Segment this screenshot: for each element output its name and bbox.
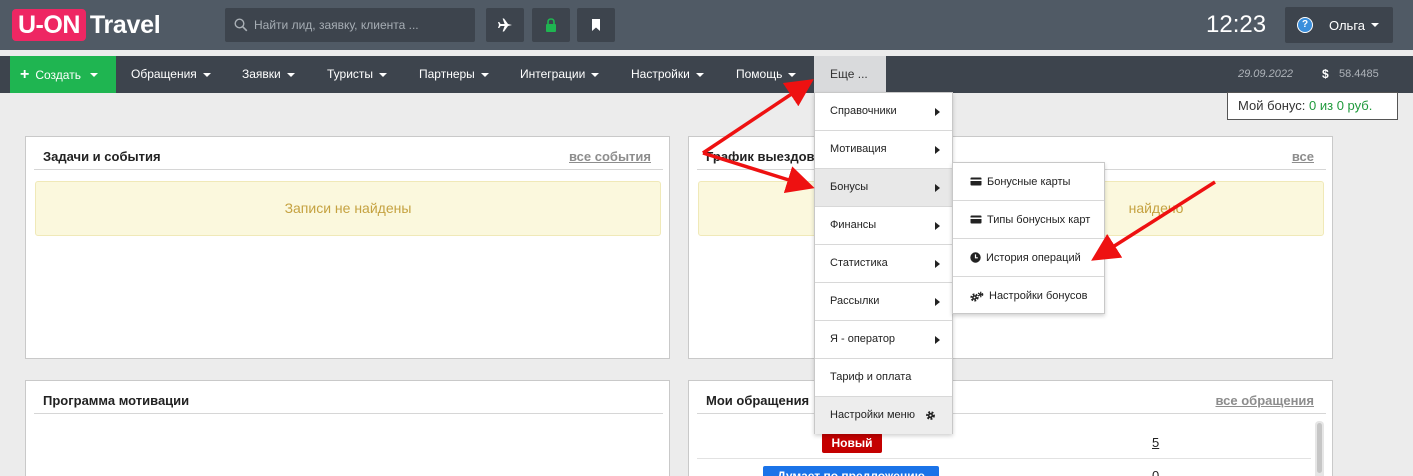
chevron-down-icon <box>695 72 704 77</box>
chevron-down-icon <box>480 72 489 77</box>
credit-card-icon <box>970 215 982 224</box>
menu-item-statistics[interactable]: Статистика <box>815 245 952 283</box>
user-name: Ольга <box>1329 17 1366 33</box>
bonus-submenu: Бонусные карты Типы бонусных карт Истори… <box>952 162 1105 314</box>
chevron-right-icon <box>935 298 940 306</box>
nav-requests[interactable]: Обращения <box>131 56 211 93</box>
panel-title: График выездов <box>706 149 815 164</box>
search-icon <box>234 18 248 32</box>
submenu-operations-history[interactable]: История операций <box>953 239 1104 277</box>
menu-settings[interactable]: Настройки меню <box>815 397 952 434</box>
logo-text: Travel <box>89 10 161 39</box>
panel-title: Мои обращения <box>706 393 810 408</box>
request-count[interactable]: 5 <box>1152 435 1159 450</box>
bonus-value: 0 из 0 руб. <box>1309 98 1373 113</box>
tasks-panel: Задачи и события все события Записи не н… <box>25 136 670 359</box>
top-bar: U-ON Travel 12:23 ? Ольга <box>0 0 1413 50</box>
table-row[interactable]: Думает по предложению 0 <box>697 460 1311 476</box>
panel-title: Программа мотивации <box>43 393 190 408</box>
chevron-down-icon <box>788 72 797 77</box>
divider <box>34 169 663 170</box>
chevron-right-icon <box>935 336 940 344</box>
chevron-down-icon <box>202 72 211 77</box>
nav-help[interactable]: Помощь <box>736 56 797 93</box>
nav-more[interactable]: Еще ... <box>814 56 886 93</box>
chevron-down-icon <box>1371 23 1380 27</box>
plus-icon: + <box>20 65 30 83</box>
credit-card-icon <box>970 177 982 186</box>
nav-tourists[interactable]: Туристы <box>327 56 388 93</box>
lock-icon <box>546 18 556 32</box>
menu-item-bonuses[interactable]: Бонусы <box>815 169 952 207</box>
gear-icon <box>926 411 935 420</box>
chevron-right-icon <box>935 184 940 192</box>
submenu-bonus-settings[interactable]: Настройки бонусов <box>953 277 1104 315</box>
motivation-panel: Программа мотивации <box>25 380 670 476</box>
all-requests-link[interactable]: все обращения <box>1215 393 1314 408</box>
nav-orders[interactable]: Заявки <box>242 56 295 93</box>
request-count[interactable]: 0 <box>1152 468 1159 476</box>
currency-symbol: $ <box>1322 67 1329 81</box>
more-menu: Справочники Мотивация Бонусы Финансы Ста… <box>814 92 953 434</box>
flights-button[interactable] <box>486 8 524 42</box>
requests-panel: Мои обращения все обращения Новый 5 Дума… <box>688 380 1333 476</box>
wallet-button[interactable] <box>532 8 570 42</box>
exchange-rate: 58.4485 <box>1339 68 1379 80</box>
current-date: 29.09.2022 <box>1238 68 1294 80</box>
chevron-right-icon <box>935 146 940 154</box>
chevron-right-icon <box>935 108 940 116</box>
nav-partners[interactable]: Партнеры <box>419 56 489 93</box>
empty-message: Записи не найдены <box>35 181 661 236</box>
bookmark-icon <box>592 19 600 31</box>
nav-settings[interactable]: Настройки <box>631 56 704 93</box>
search-input[interactable] <box>254 18 464 32</box>
chevron-down-icon <box>379 72 388 77</box>
menu-item-motivation[interactable]: Мотивация <box>815 131 952 169</box>
menu-item-tariff[interactable]: Тариф и оплата <box>815 359 952 397</box>
user-menu[interactable]: ? Ольга <box>1285 7 1393 43</box>
chevron-down-icon <box>89 72 98 77</box>
menu-item-mailings[interactable]: Рассылки <box>815 283 952 321</box>
submenu-bonus-cards[interactable]: Бонусные карты <box>953 163 1104 201</box>
scrollbar-thumb[interactable] <box>1317 423 1322 473</box>
help-icon[interactable]: ? <box>1297 17 1313 33</box>
clock-icon <box>970 252 981 263</box>
nav-integrations[interactable]: Интеграции <box>520 56 600 93</box>
airplane-icon <box>498 18 512 32</box>
main-nav <box>0 56 1413 93</box>
all-events-link[interactable]: все события <box>569 149 651 164</box>
logo-mark: U-ON <box>12 9 86 41</box>
submenu-bonus-card-types[interactable]: Типы бонусных карт <box>953 201 1104 239</box>
create-button[interactable]: + Создать <box>10 56 116 93</box>
table-row[interactable]: Новый 5 <box>697 421 1311 459</box>
panel-title: Задачи и события <box>43 149 161 164</box>
chevron-right-icon <box>935 222 940 230</box>
global-search[interactable] <box>225 8 475 42</box>
menu-item-operator[interactable]: Я - оператор <box>815 321 952 359</box>
status-badge: Новый <box>822 433 882 453</box>
menu-item-finance[interactable]: Финансы <box>815 207 952 245</box>
chevron-down-icon <box>591 72 600 77</box>
bookmarks-button[interactable] <box>577 8 615 42</box>
divider <box>34 413 663 414</box>
status-badge: Думает по предложению <box>763 466 939 476</box>
my-bonus: Мой бонус: 0 из 0 руб. <box>1227 92 1398 120</box>
scrollbar[interactable] <box>1315 421 1324 476</box>
gears-icon <box>970 291 984 302</box>
chevron-down-icon <box>286 72 295 77</box>
create-label: Создать <box>35 67 81 82</box>
chevron-right-icon <box>935 260 940 268</box>
bonus-label: Мой бонус: <box>1238 98 1306 113</box>
divider <box>697 413 1326 414</box>
all-schedule-link[interactable]: все <box>1292 149 1314 164</box>
menu-item-references[interactable]: Справочники <box>815 93 952 131</box>
clock: 12:23 <box>1206 11 1267 38</box>
logo[interactable]: U-ON Travel <box>12 9 161 41</box>
